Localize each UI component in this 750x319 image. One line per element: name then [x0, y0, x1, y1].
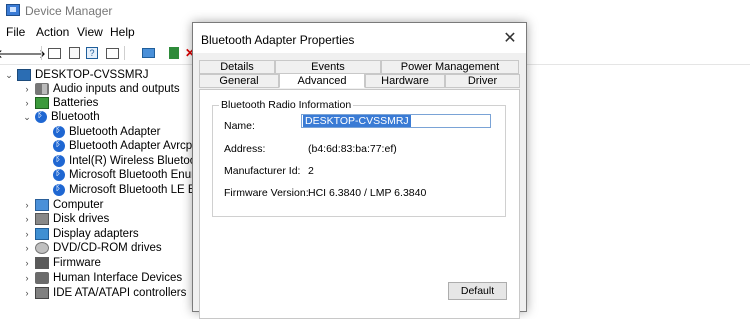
tree-item-disk-drives[interactable]: › Disk drives [22, 212, 109, 226]
device-manager-app-icon [6, 4, 20, 16]
tree-item-label: Display adapters [53, 228, 139, 240]
address-value: (b4:6d:83:ba:77:ef) [308, 143, 397, 155]
monitor-icon [35, 199, 49, 211]
name-label: Name: [224, 120, 255, 132]
tree-root-label: DESKTOP-CVSSMRJ [35, 69, 149, 81]
tree-item-label: Bluetooth [51, 111, 100, 123]
device-manager-titlebar: Device Manager [0, 0, 750, 22]
tree-item-label: Human Interface Devices [53, 272, 183, 284]
computer-icon [17, 69, 31, 81]
bluetooth-icon [53, 138, 65, 152]
tree-item-label: Microsoft Bluetooth LE Enum [69, 184, 200, 196]
chevron-right-icon[interactable]: › [22, 214, 32, 224]
firmware-label: Firmware Version: [224, 187, 309, 199]
tree-item-ide[interactable]: › IDE ATA/ATAPI controllers [22, 286, 186, 300]
hid-icon [35, 272, 49, 284]
update-driver-icon[interactable] [166, 45, 182, 61]
firmware-icon [35, 257, 49, 269]
disk-icon [35, 213, 49, 225]
chevron-right-icon[interactable]: › [22, 288, 32, 298]
menu-file[interactable]: File [6, 25, 25, 39]
chevron-right-icon[interactable]: › [22, 200, 32, 210]
properties-icon[interactable] [66, 45, 82, 61]
tree-item-label: IDE ATA/ATAPI controllers [53, 287, 187, 299]
tree-item-label: Bluetooth Adapter Avrcp Tran [69, 140, 200, 152]
properties-dialog: Bluetooth Adapter Properties ✕ Details E… [192, 22, 527, 319]
tree-item-audio[interactable]: › Audio inputs and outputs [22, 82, 180, 96]
tree-item-label: Microsoft Bluetooth Enumera [69, 169, 200, 181]
dialog-titlebar[interactable]: Bluetooth Adapter Properties ✕ [193, 23, 526, 53]
tab-advanced[interactable]: Advanced [279, 73, 365, 88]
tab-power-management[interactable]: Power Management [381, 60, 519, 74]
menu-view[interactable]: View [77, 25, 103, 39]
help-icon[interactable]: ? [84, 45, 100, 61]
tree-item-batteries[interactable]: › Batteries [22, 96, 98, 110]
tree-item-label: Firmware [53, 257, 101, 269]
tree-item-hid[interactable]: › Human Interface Devices [22, 271, 182, 285]
tab-driver[interactable]: Driver [445, 74, 520, 88]
tree-root[interactable]: ⌄ DESKTOP-CVSSMRJ [4, 68, 149, 82]
forward-arrow-icon[interactable]: 🡒 [14, 45, 46, 61]
device-tree: ⌄ DESKTOP-CVSSMRJ › Audio inputs and out… [0, 66, 200, 306]
tree-item-bluetooth-adapter[interactable]: Bluetooth Adapter [53, 124, 161, 139]
toolbar-separator [41, 46, 42, 60]
tree-item-label: Disk drives [53, 213, 110, 225]
bluetooth-icon [53, 153, 65, 167]
tree-item-label: Computer [53, 199, 104, 211]
tab-details[interactable]: Details [199, 60, 275, 74]
tree-item-label: DVD/CD-ROM drives [53, 242, 162, 254]
speaker-icon [35, 83, 49, 95]
scan-hardware-icon[interactable] [140, 45, 156, 61]
manufacturer-value: 2 [308, 165, 314, 177]
chevron-right-icon[interactable]: › [22, 98, 32, 108]
bluetooth-icon [53, 167, 65, 181]
default-button[interactable]: Default [448, 282, 507, 300]
tree-item-label: Batteries [53, 97, 99, 109]
display-adapter-icon [35, 228, 49, 240]
tab-hardware[interactable]: Hardware [365, 74, 445, 88]
tab-events[interactable]: Events [275, 60, 381, 74]
address-label: Address: [224, 143, 266, 155]
close-icon[interactable]: ✕ [500, 28, 520, 48]
manufacturer-label: Manufacturer Id: [224, 165, 301, 177]
menu-action[interactable]: Action [36, 25, 69, 39]
bluetooth-icon [53, 124, 65, 138]
group-title: Bluetooth Radio Information [219, 99, 354, 111]
tree-item-label: Audio inputs and outputs [53, 83, 180, 95]
bluetooth-icon [53, 182, 65, 196]
tree-item-bluetooth[interactable]: ⌄ Bluetooth [22, 109, 100, 124]
battery-icon [35, 97, 49, 109]
tree-item-bluetooth-avrcp[interactable]: Bluetooth Adapter Avrcp Tran [53, 138, 200, 153]
tab-general[interactable]: General [199, 74, 279, 88]
chevron-down-icon[interactable]: ⌄ [4, 70, 14, 81]
show-hide-console-icon[interactable] [46, 45, 62, 61]
chevron-right-icon[interactable]: › [22, 273, 32, 283]
window-title: Device Manager [25, 4, 113, 18]
tree-item-ms-bluetooth-le[interactable]: Microsoft Bluetooth LE Enum [53, 182, 200, 197]
tree-item-intel-bluetooth[interactable]: Intel(R) Wireless Bluetooth(R) [53, 153, 200, 168]
bluetooth-icon [35, 109, 47, 123]
tree-item-label: Bluetooth Adapter [69, 126, 161, 138]
dvd-icon [35, 242, 49, 254]
tree-item-dvd[interactable]: › DVD/CD-ROM drives [22, 241, 162, 255]
tree-item-display-adapters[interactable]: › Display adapters [22, 227, 139, 241]
name-field-value: DESKTOP-CVSSMRJ [303, 115, 411, 127]
tree-item-computer[interactable]: › Computer [22, 198, 104, 212]
view-icon[interactable] [104, 45, 120, 61]
chevron-right-icon[interactable]: › [22, 229, 32, 239]
chevron-down-icon[interactable]: ⌄ [22, 112, 32, 123]
menu-help[interactable]: Help [110, 25, 135, 39]
tree-item-firmware[interactable]: › Firmware [22, 256, 101, 270]
chevron-right-icon[interactable]: › [22, 84, 32, 94]
chevron-right-icon[interactable]: › [22, 243, 32, 253]
dialog-title: Bluetooth Adapter Properties [201, 33, 355, 47]
tree-item-ms-bluetooth-enum[interactable]: Microsoft Bluetooth Enumera [53, 167, 200, 182]
tree-item-label: Intel(R) Wireless Bluetooth(R) [69, 155, 200, 167]
name-field[interactable]: DESKTOP-CVSSMRJ [301, 114, 491, 128]
ide-icon [35, 287, 49, 299]
chevron-right-icon[interactable]: › [22, 258, 32, 268]
firmware-value: HCI 6.3840 / LMP 6.3840 [308, 187, 427, 199]
toolbar-separator [124, 46, 125, 60]
